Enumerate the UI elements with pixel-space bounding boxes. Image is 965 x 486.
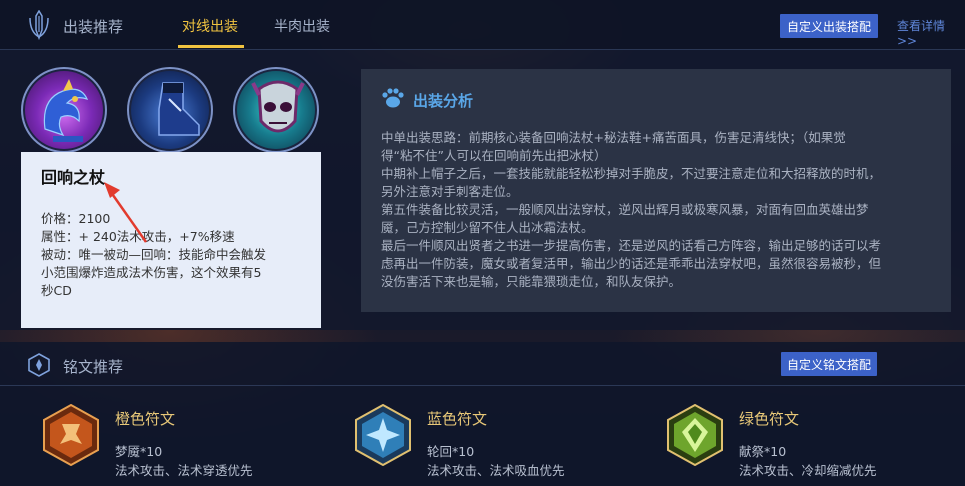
rune-attributes: 法术攻击、冷却缩减优先 [739, 463, 877, 478]
build-analysis-box: 出装分析 中单出装思路：前期核心装备回响法杖+秘法鞋+痛苦面具，伤害足清线快；（… [361, 69, 951, 312]
analysis-text: 中单出装思路：前期核心装备回响法杖+秘法鞋+痛苦面具，伤害足清线快；（如果觉 得… [381, 129, 943, 291]
custom-rune-button[interactable]: 自定义铭文搭配 [781, 352, 877, 376]
orange-rune-icon[interactable] [42, 404, 100, 466]
red-arrow-annotation [104, 182, 148, 243]
rune-header: 铭文推荐 自定义铭文搭配 [0, 342, 965, 386]
item-attributes: 属性：+ 240法术攻击，+7%移速 [41, 229, 235, 244]
skull-mask-icon[interactable] [233, 67, 319, 153]
active-tab-indicator [178, 45, 244, 48]
analysis-line: 魇，己方控制少留不住人出冰霜法杖。 [381, 220, 594, 235]
custom-equipment-button[interactable]: 自定义出装搭配 [780, 14, 878, 38]
rune-color-title: 橙色符文 [115, 410, 176, 428]
item-tooltip: 回响之杖 价格：2100 属性：+ 240法术攻击，+7%移速 被动：唯一被动—… [21, 152, 321, 328]
item-passive-line-1: 被动：唯一被动—回响：技能命中会触发 [41, 247, 267, 262]
analysis-line: 中单出装思路：前期核心装备回响法杖+秘法鞋+痛苦面具，伤害足清线快；（如果觉 [381, 130, 846, 145]
rune-name: 梦魇*10 [115, 444, 163, 459]
rune-green: 绿色符文 献祭*10 法术攻击、冷却缩减优先 [666, 404, 926, 478]
paw-icon [382, 88, 404, 108]
item-name: 回响之杖 [41, 168, 106, 187]
analysis-line: 最后一件顺风出贤者之书进一步提高伤害，还是逆风的话看己方阵容，输出足够的话可以考 [381, 238, 882, 253]
equipment-panel: 出装推荐 对线出装 半肉出装 自定义出装搭配 查看详情>> 回响之杖 价格：21… [0, 0, 965, 330]
analysis-line: 没伤害活下来也是输，只能靠猥琐走位，和队友保护。 [381, 274, 682, 289]
green-rune-icon[interactable] [666, 404, 724, 466]
equipment-header: 出装推荐 对线出装 半肉出装 自定义出装搭配 查看详情>> [0, 0, 965, 50]
rune-attributes: 法术攻击、法术穿透优先 [115, 463, 253, 478]
rune-color-title: 绿色符文 [739, 410, 800, 428]
analysis-line: 另外注意对手刺客走位。 [381, 184, 519, 199]
page-title: 出装推荐 [63, 18, 124, 36]
rune-panel: 铭文推荐 自定义铭文搭配 橙色符文 梦魇*10 法术攻击、法术穿透优先 蓝色符文… [0, 342, 965, 486]
tab-lane-build[interactable]: 对线出装 [182, 16, 238, 36]
view-details-link[interactable]: 查看详情>> [897, 17, 965, 48]
boots-icon[interactable] [127, 67, 213, 153]
analysis-line: 中期补上帽子之后，一套技能就能轻松秒掉对手脆皮，不过要注意走位和大招释放的时机， [381, 166, 882, 181]
rune-attributes: 法术攻击、法术吸血优先 [427, 463, 565, 478]
analysis-line: 得“粘不住”人可以在回响前先出把冰杖） [381, 148, 607, 163]
rune-orange: 橙色符文 梦魇*10 法术攻击、法术穿透优先 [42, 404, 302, 478]
rune-blue: 蓝色符文 轮回*10 法术攻击、法术吸血优先 [354, 404, 614, 478]
echo-staff-icon[interactable] [21, 67, 107, 153]
analysis-title: 出装分析 [413, 92, 474, 110]
rune-name: 献祭*10 [739, 444, 787, 459]
item-passive-line-3: 秒CD [41, 283, 72, 298]
rune-color-title: 蓝色符文 [427, 410, 488, 428]
rune-section-title: 铭文推荐 [63, 358, 124, 376]
item-price: 价格：2100 [41, 211, 111, 226]
rune-name: 轮回*10 [427, 444, 475, 459]
rune-hexagon-icon [28, 353, 50, 377]
analysis-line: 第五件装备比较灵活，一般顺风出法穿杖，逆风出辉月或极寒风暴，对面有回血英雄出梦 [381, 202, 869, 217]
analysis-line: 虑再出一件防装，魔女或者复活甲，输出少的话还是乖乖出法穿杖吧，虽然很容易被秒，但 [381, 256, 882, 271]
item-passive-line-2: 小范围爆炸造成法术伤害，这个效果有5 [41, 265, 262, 280]
sword-shield-icon [29, 10, 49, 40]
blue-rune-icon[interactable] [354, 404, 412, 466]
tab-tank-build[interactable]: 半肉出装 [274, 16, 330, 36]
